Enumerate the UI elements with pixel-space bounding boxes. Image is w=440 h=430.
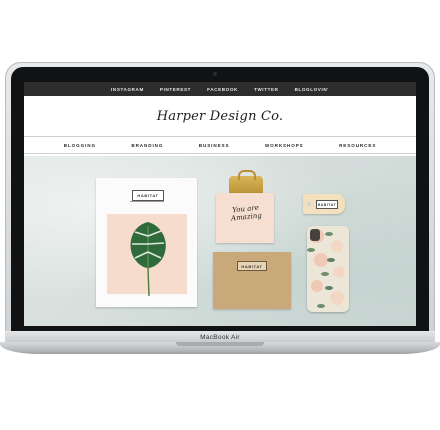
nav-item-branding[interactable]: BRANDING: [131, 143, 163, 148]
floral-phone-case: [307, 226, 349, 312]
nav-item-resources[interactable]: RESOURCES: [339, 143, 376, 148]
social-link-bloglovin[interactable]: BLOGLOVIN': [295, 87, 329, 92]
header: Harper Design Co.: [24, 96, 416, 136]
tag-label: HABITAT: [316, 200, 338, 209]
tag-hole: [307, 202, 311, 206]
card-script: You are Amazing: [230, 203, 263, 223]
social-topbar: INSTAGRAM PINTEREST FACEBOOK TWITTER BLO…: [24, 82, 416, 96]
divider: [130, 201, 164, 202]
branding-card: HABITAT: [96, 178, 197, 307]
nav-item-workshops[interactable]: WORKSHOPS: [265, 143, 304, 148]
note-card: You are Amazing: [216, 193, 274, 243]
envelope-label: HABITAT: [237, 261, 267, 271]
brand-label: HABITAT: [132, 190, 164, 201]
social-link-pinterest[interactable]: PINTEREST: [160, 87, 191, 92]
social-link-facebook[interactable]: FACEBOOK: [207, 87, 238, 92]
site-logo[interactable]: Harper Design Co.: [157, 109, 284, 124]
camera-icon: [213, 72, 217, 76]
social-link-twitter[interactable]: TWITTER: [254, 87, 279, 92]
nav-item-blogging[interactable]: BLOGGING: [64, 143, 96, 148]
hero-image: HABITAT You are Amazing HABITAT HABITAT: [24, 156, 416, 326]
base-notch: [176, 342, 264, 346]
browser-screen: INSTAGRAM PINTEREST FACEBOOK TWITTER BLO…: [24, 82, 416, 326]
hang-tag: HABITAT: [303, 194, 345, 214]
nav-item-business[interactable]: BUSINESS: [199, 143, 230, 148]
kraft-envelope: HABITAT: [213, 252, 291, 309]
social-link-instagram[interactable]: INSTAGRAM: [111, 87, 144, 92]
monstera-leaf-icon: [130, 222, 166, 297]
main-nav: BLOGGING BRANDING BUSINESS WORKSHOPS RES…: [24, 136, 416, 154]
floral-pattern-icon: [307, 226, 349, 312]
device-brand: MacBook Air: [200, 334, 240, 341]
